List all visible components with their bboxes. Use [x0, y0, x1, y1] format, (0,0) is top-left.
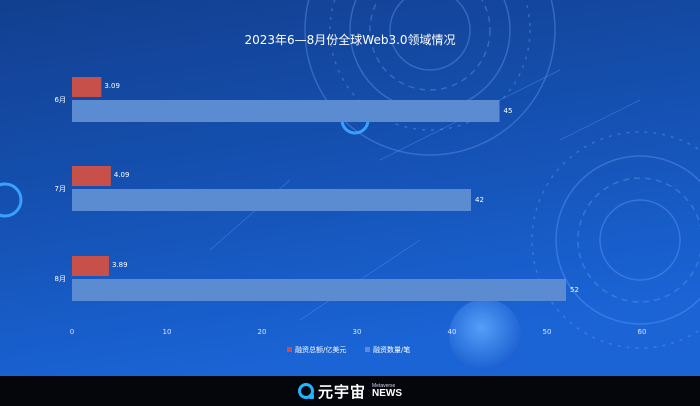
- y-tick-label: 8月: [55, 275, 66, 283]
- brand-logo: 元宇宙 Metaverse NEWS: [297, 381, 402, 402]
- bar-funding-amount: [72, 166, 111, 186]
- legend: 融资总额/亿美元 融资数量/笔: [287, 345, 410, 354]
- x-tick-label: 0: [70, 328, 74, 336]
- x-tick-label: 60: [638, 328, 647, 336]
- x-tick-label: 10: [163, 328, 172, 336]
- bar-deal-count: [72, 100, 500, 122]
- legend-swatch: [287, 347, 292, 352]
- brand-name: 元宇宙: [317, 382, 366, 401]
- bar-chart: 2023年6—8月份全球Web3.0领域情况 3.09 45 4.09 42 3.89 5…: [55, 32, 647, 354]
- brand-subtitle-bottom: NEWS: [372, 387, 402, 399]
- legend-swatch: [365, 347, 370, 352]
- data-label-funding-amount: 4.09: [114, 171, 130, 179]
- data-label-deal-count: 45: [504, 107, 513, 115]
- legend-label: 融资总额/亿美元: [295, 345, 346, 354]
- data-label-deal-count: 42: [475, 196, 484, 204]
- y-axis: 6月 7月 8月: [55, 96, 66, 283]
- footer-bar: 元宇宙 Metaverse NEWS: [0, 376, 700, 406]
- x-tick-label: 40: [448, 328, 457, 336]
- bar-deal-count: [72, 189, 471, 211]
- legend-label: 融资数量/笔: [373, 345, 410, 354]
- y-tick-label: 7月: [55, 185, 66, 193]
- chart-stage: 2023年6—8月份全球Web3.0领域情况 3.09 45 4.09 42 3.89 5…: [0, 0, 700, 406]
- brand-logo-icon: [297, 383, 314, 399]
- x-tick-label: 30: [353, 328, 362, 336]
- bar-funding-amount: [72, 77, 102, 97]
- x-tick-label: 20: [258, 328, 267, 336]
- data-label-deal-count: 52: [570, 286, 579, 294]
- data-label-funding-amount: 3.89: [112, 261, 128, 269]
- bar-funding-amount: [72, 256, 109, 276]
- chart-title: 2023年6—8月份全球Web3.0领域情况: [244, 32, 455, 47]
- y-tick-label: 6月: [55, 96, 66, 104]
- x-axis: 0 10 20 30 40 50 60: [70, 328, 647, 336]
- data-label-funding-amount: 3.09: [104, 82, 120, 90]
- bar-deal-count: [72, 279, 566, 301]
- x-tick-label: 50: [543, 328, 552, 336]
- bars-layer: [72, 77, 566, 301]
- brand-subtitle: Metaverse NEWS: [372, 383, 402, 399]
